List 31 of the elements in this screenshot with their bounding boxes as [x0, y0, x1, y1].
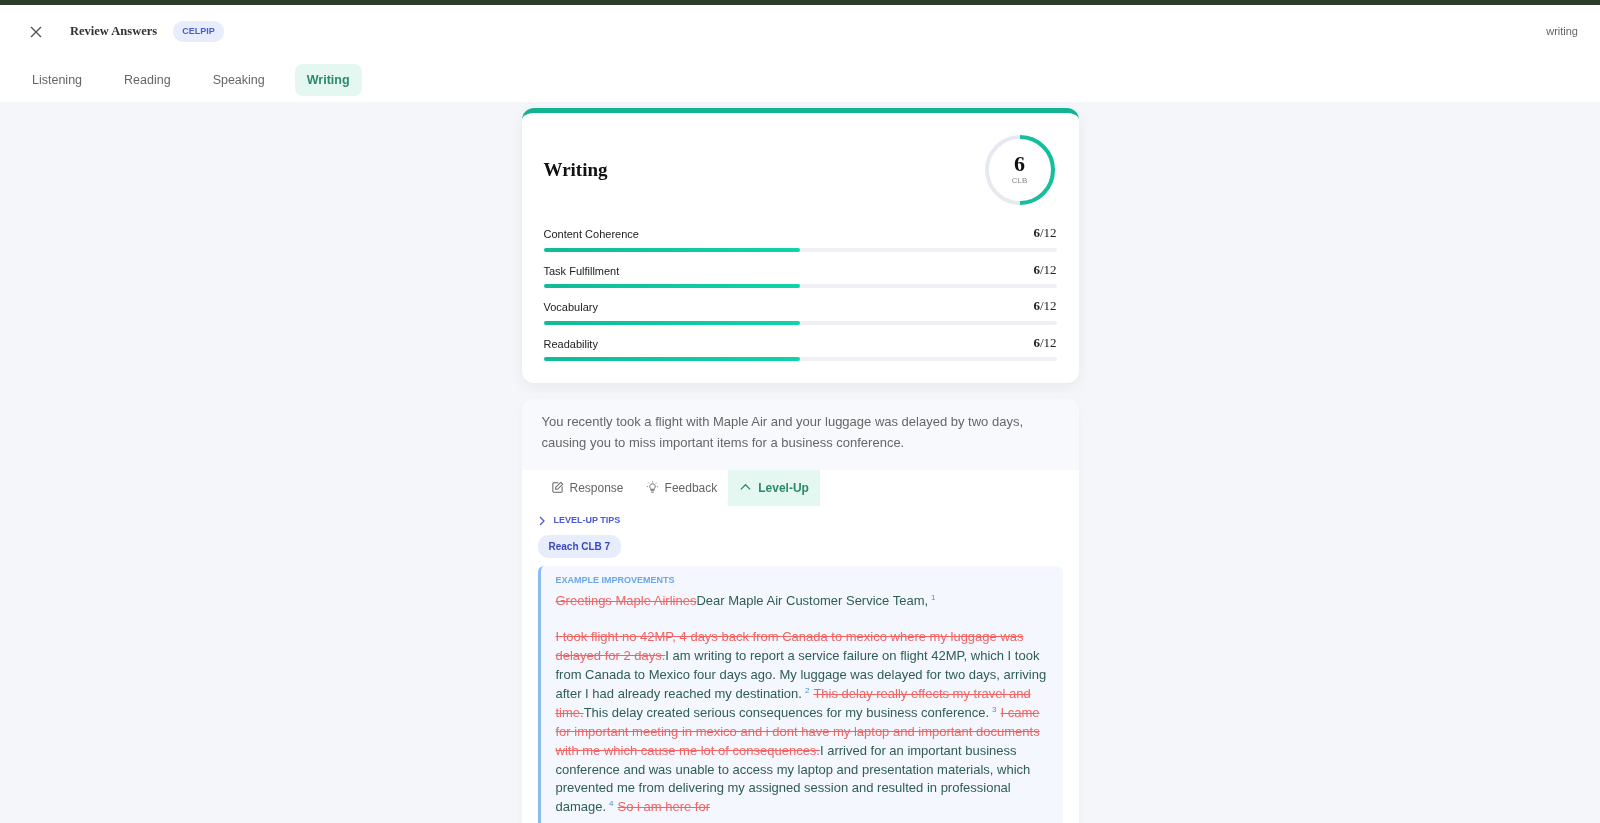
improved-paragraph: Greetings Maple AirlinesDear Maple Air Customer Service Team, $^{1}$ — [555, 591, 937, 611]
exam-tag: CELPIP — [173, 20, 224, 43]
criterion-score: 6/12 — [1033, 333, 1057, 352]
section-tab[interactable]: Reading — [112, 63, 183, 97]
close-icon — [30, 25, 42, 38]
answer-tab[interactable]: Level-Up — [728, 469, 820, 506]
score-value: 6 — [1014, 153, 1025, 175]
chevron-icon — [537, 515, 546, 526]
section-title: Writing — [543, 157, 608, 182]
criterion-score: 6/12 — [1033, 297, 1057, 315]
page-title: Review Answers — [70, 23, 158, 41]
criterion-score: 6/12 — [1033, 260, 1057, 279]
answer-tab[interactable]: Response — [539, 469, 635, 506]
criterion-label: Task Fulfillment — [543, 263, 620, 279]
section-tab[interactable]: Speaking — [200, 63, 277, 97]
task-prompt: You recently took a flight with Maple Air and your luggage was delayed by two days, causing you to miss important items for a business conference. — [521, 399, 1079, 470]
score-unit: CLB — [1011, 175, 1028, 187]
tips-toggle[interactable]: LEVEL-UP TIPS — [537, 513, 621, 528]
pencil-icon — [550, 481, 564, 495]
criterion-score: 6/12 — [1033, 224, 1057, 242]
criterion-label: Readability — [543, 336, 598, 352]
panel-heading: EXAMPLE IMPROVEMENTS — [555, 574, 676, 588]
lightbulb-icon — [645, 481, 659, 495]
target-badge: Reach CLB 7 — [537, 535, 622, 559]
section-label: writing — [1546, 24, 1578, 40]
section-tab[interactable]: Listening — [20, 63, 95, 97]
section-tab[interactable]: Writing — [294, 63, 362, 97]
answer-tab[interactable]: Feedback — [634, 469, 729, 506]
criterion-label: Vocabulary — [543, 300, 598, 315]
criterion-label: Content Coherence — [543, 227, 639, 242]
improved-paragraph: I took flight no 42MP, 4 days back from Canada to mexico where my luggage was delayed for 2 days.I am writing to report a service failure on flight 42MP, which I took from Canada to Mexico four days ago. My luggage was delayed for two days, arriving after I had already reached my destination. $^{2}$ This delay really effects my travel and time.This delay created serious consequences for my business conference. $^{3}$ I came for important meeting in mexico and i dont have my laptop and important documents with me which cause me lot of consequences.I arrived for an important business conference and was unable to access my laptop and presentation materials, which prevented me from delivering my assigned session and resulted in professional damage. $^{4}$ So i am here for — [555, 628, 1047, 817]
